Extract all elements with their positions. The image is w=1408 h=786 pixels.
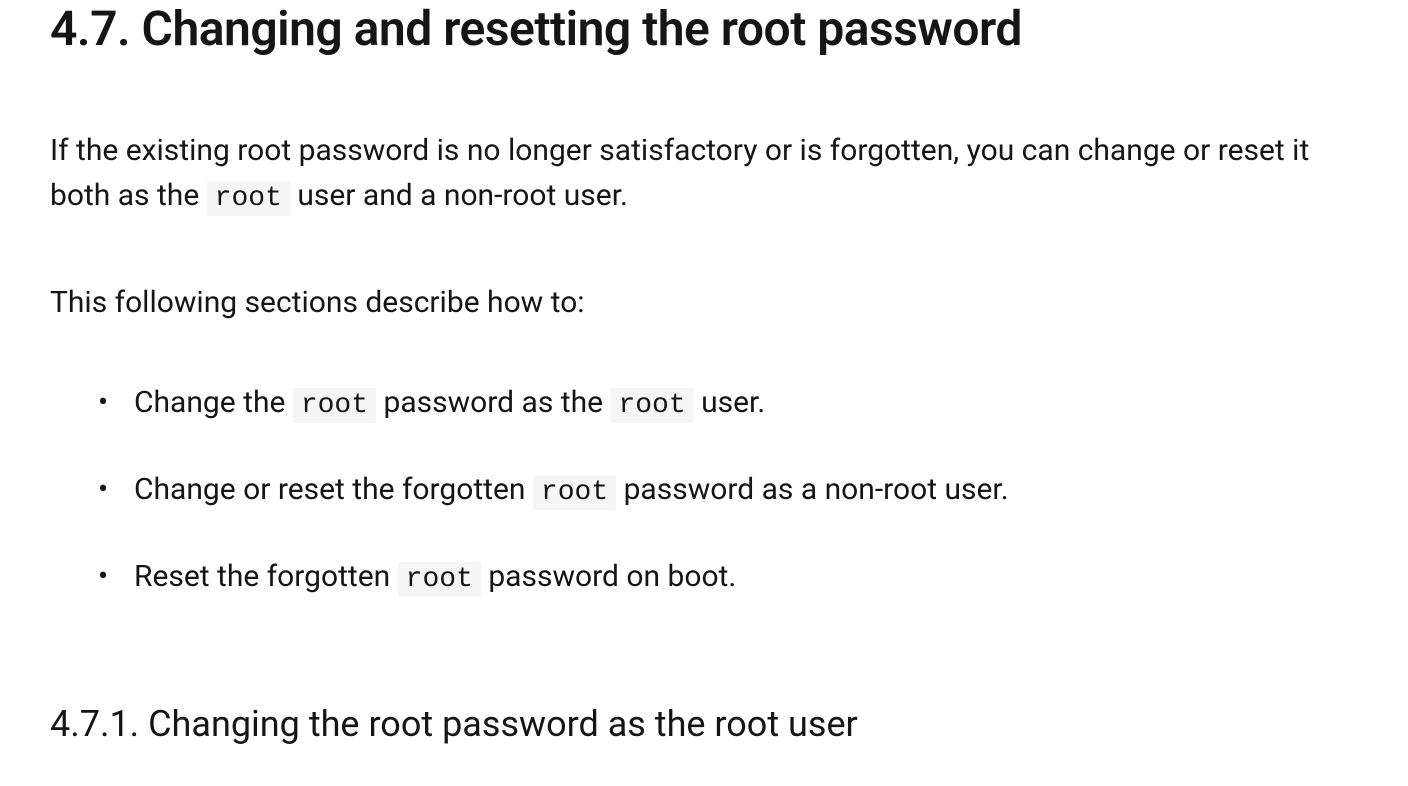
list-item: Reset the forgotten root password on boo… (98, 554, 1358, 601)
section-heading: 4.7. Changing and resetting the root pas… (50, 0, 1358, 58)
bullet-list: Change the root password as the root use… (50, 380, 1358, 601)
inline-code-root: root (293, 388, 376, 423)
inline-code-root: root (398, 562, 481, 597)
list-item: Change or reset the forgotten root passw… (98, 467, 1358, 514)
list-text: Change or reset the forgotten (134, 472, 533, 507)
inline-code-root: root (207, 181, 290, 216)
intro-text-2: user and a non-root user. (290, 178, 628, 213)
intro-paragraph: If the existing root password is no long… (50, 128, 1358, 220)
list-item: Change the root password as the root use… (98, 380, 1358, 427)
subsection-heading: 4.7.1. Changing the root password as the… (50, 701, 1358, 748)
inline-code-root: root (533, 475, 616, 510)
list-text: password on boot. (481, 559, 736, 594)
list-text: Reset the forgotten (134, 559, 398, 594)
inline-code-root: root (610, 388, 693, 423)
list-text: user. (694, 385, 766, 420)
list-text: password as the (376, 385, 610, 420)
list-intro-text: This following sections describe how to: (50, 280, 1358, 325)
list-text: Change the (134, 385, 293, 420)
list-text: password as a non-root user. (616, 472, 1009, 507)
